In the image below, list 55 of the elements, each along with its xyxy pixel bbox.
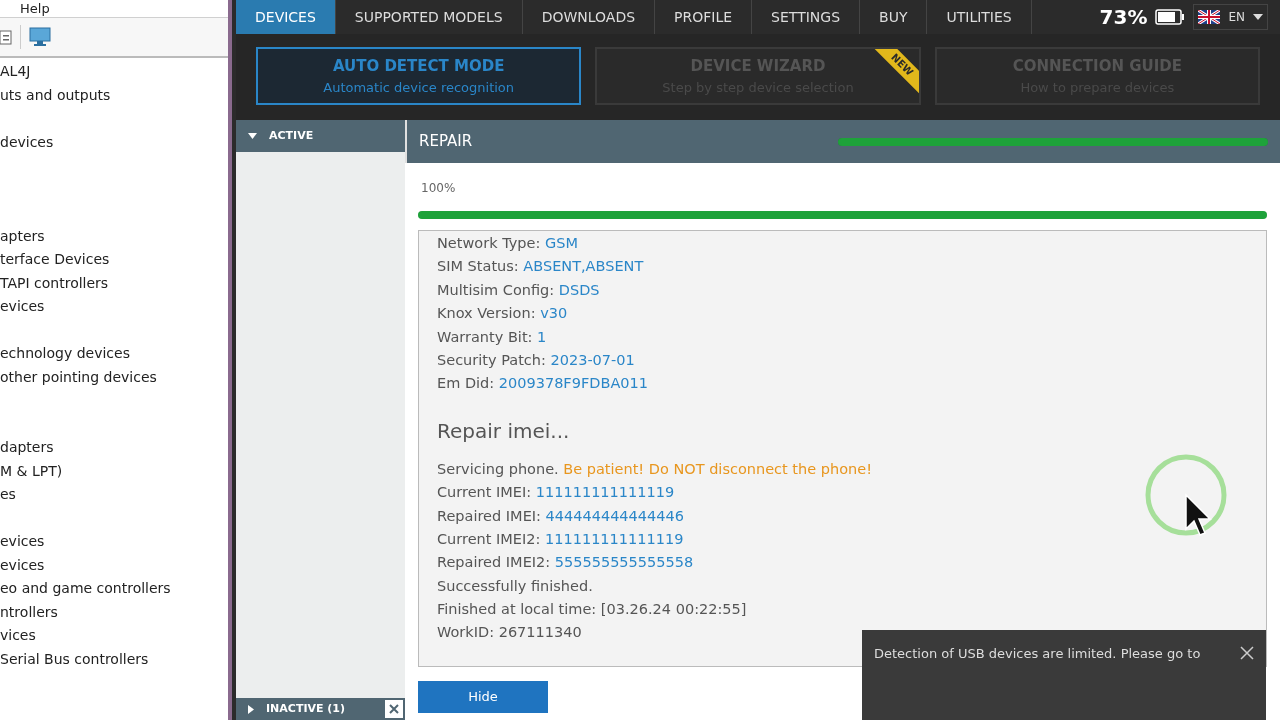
toast-message: Detection of USB devices are limited. Please go to bbox=[874, 645, 1202, 663]
cursor-highlight-icon bbox=[1144, 453, 1228, 537]
tree-item[interactable]: vices bbox=[0, 625, 36, 647]
flag-icon bbox=[1198, 10, 1221, 24]
tree-item[interactable]: dapters bbox=[0, 437, 54, 459]
log-line: WorkID: 267111340 bbox=[437, 623, 583, 643]
nav-tab[interactable]: DEVICES bbox=[236, 0, 336, 34]
menu-item[interactable]: Help bbox=[20, 0, 50, 17]
log-line: Finished at local time: [03.26.24 00:22:55] bbox=[437, 600, 748, 620]
log-line: Multisim Config: DSDS bbox=[437, 280, 601, 300]
tree-item[interactable]: eo and game controllers bbox=[0, 578, 171, 600]
tree-item[interactable]: es bbox=[0, 484, 16, 506]
caret-icon bbox=[1253, 14, 1263, 20]
hide-button[interactable]: Hide bbox=[418, 681, 548, 713]
battery-percent: 73% bbox=[1099, 4, 1148, 31]
log-heading: Repair imei... bbox=[437, 417, 571, 445]
monitor-icon[interactable] bbox=[29, 27, 51, 47]
log-line: Security Patch: 2023-07-01 bbox=[437, 350, 636, 370]
mode-card[interactable]: AUTO DETECT MODE Automatic device recognition bbox=[256, 47, 582, 105]
tree-item[interactable]: uts and outputs bbox=[0, 84, 111, 106]
tree-item[interactable]: TAPI controllers bbox=[0, 272, 109, 294]
panel-title: REPAIR bbox=[419, 131, 474, 153]
close-icon[interactable] bbox=[1240, 646, 1254, 660]
progress-percent: 100% bbox=[421, 180, 457, 197]
tree-item[interactable]: Serial Bus controllers bbox=[0, 648, 149, 670]
tree-item[interactable]: evices bbox=[0, 531, 45, 553]
tree-item[interactable]: AL4J bbox=[0, 61, 31, 83]
tree-item[interactable]: ntrollers bbox=[0, 601, 58, 623]
log-line: Repaired IMEI: 444444444444446 bbox=[437, 506, 685, 526]
log-line: Warranty Bit: 1 bbox=[437, 327, 548, 347]
properties-icon[interactable] bbox=[0, 29, 12, 45]
close-button[interactable] bbox=[385, 700, 403, 718]
log-line: Knox Version: v30 bbox=[437, 304, 569, 324]
tree-item[interactable]: terface Devices bbox=[0, 249, 110, 271]
tree-item[interactable]: other pointing devices bbox=[0, 366, 157, 388]
log-line: Current IMEI: 111111111111119 bbox=[437, 483, 676, 503]
active-section-header[interactable]: ACTIVE bbox=[236, 120, 405, 152]
log-line: Servicing phone. Be patient! Do NOT disconnect the phone! bbox=[437, 459, 873, 479]
log-line: Repaired IMEI2: 555555555555558 bbox=[437, 553, 695, 573]
tree-item[interactable]: apters bbox=[0, 225, 45, 247]
log-line: SIM Status: ABSENT,ABSENT bbox=[437, 257, 645, 277]
caret-icon bbox=[248, 704, 254, 714]
tree-item[interactable]: evices bbox=[0, 554, 45, 576]
log-line: Network Type: GSM bbox=[437, 234, 579, 253]
log-line: Current IMEI2: 111111111111119 bbox=[437, 529, 685, 549]
tree-item[interactable]: echnology devices bbox=[0, 343, 130, 365]
tree-item[interactable]: devices bbox=[0, 131, 54, 153]
language-dropdown[interactable]: EN bbox=[1193, 4, 1268, 30]
log-line: Successfully finished. bbox=[437, 576, 594, 596]
tree-item[interactable]: evices bbox=[0, 296, 45, 318]
log-line: Em Did: 2009378F9FDBA011 bbox=[437, 374, 649, 394]
battery-icon bbox=[1155, 9, 1186, 25]
close-icon bbox=[389, 704, 399, 714]
caret-icon bbox=[248, 133, 257, 139]
tree-item[interactable]: M & LPT) bbox=[0, 460, 63, 482]
